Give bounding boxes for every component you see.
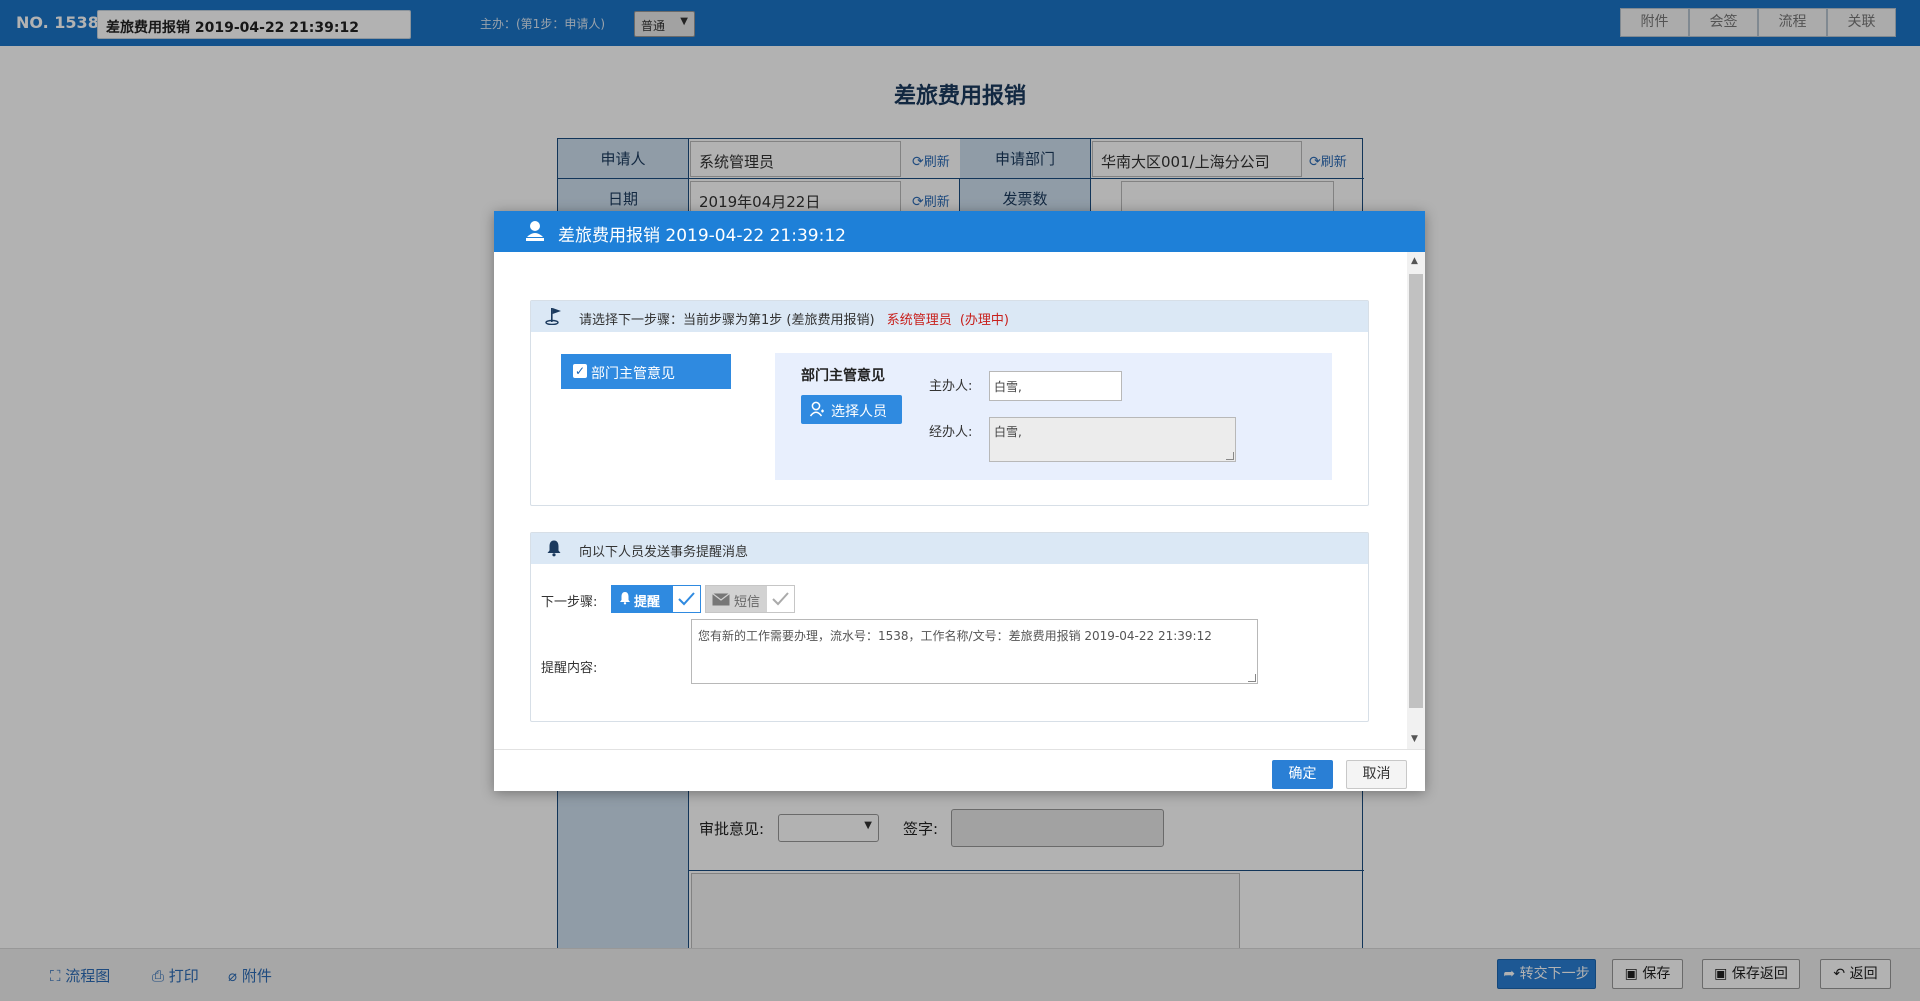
next-step-dialog: 差旅费用报销 2019-04-22 21:39:12 请选择下一步骤：当前步骤为… (494, 211, 1425, 791)
checkbox-checked-icon[interactable]: ✓ (573, 364, 587, 378)
user-stamp-icon (526, 221, 544, 241)
step-detail-title: 部门主管意见 (801, 368, 885, 384)
handler-label: 经办人: (929, 425, 973, 440)
remind-content-label: 提醒内容: (541, 661, 598, 676)
user-icon (809, 401, 824, 417)
step-select-panel: 请选择下一步骤：当前步骤为第1步 (差旅费用报销) 系统管理员 (办理中) ✓ … (530, 300, 1369, 506)
current-status: (办理中) (959, 313, 1010, 328)
step-detail-box: 部门主管意见 选择人员 主办人: 白雪, 经办人: 白雪, (775, 353, 1332, 480)
bell-icon (620, 592, 630, 605)
check-icon (772, 592, 789, 606)
host-input[interactable]: 白雪, (989, 371, 1122, 401)
handler-textarea[interactable]: 白雪, (989, 417, 1236, 462)
remind-toggle[interactable]: 提醒 (611, 585, 701, 613)
cancel-button[interactable]: 取消 (1346, 760, 1407, 789)
remind-panel-header: 向以下人员发送事务提醒消息 (531, 533, 1368, 564)
scroll-up-icon[interactable]: ▲ (1411, 256, 1418, 266)
remind-content-value: 您有新的工作需要办理，流水号：1538，工作名称/文号：差旅费用报销 2019-… (698, 629, 1212, 643)
resize-handle-icon[interactable] (1226, 452, 1234, 460)
select-person-button[interactable]: 选择人员 (801, 395, 902, 424)
confirm-button[interactable]: 确定 (1272, 760, 1333, 789)
step-item-label: 部门主管意见 (591, 366, 675, 382)
current-user: 系统管理员 (886, 313, 952, 328)
bell-icon (547, 540, 561, 557)
sms-label: 短信 (734, 595, 761, 610)
dialog-footer: 确定 取消 (494, 749, 1425, 791)
scroll-down-icon[interactable]: ▼ (1411, 734, 1418, 744)
step-panel-header-text: 请选择下一步骤：当前步骤为第1步 (差旅费用报销) (579, 313, 875, 328)
remind-panel: 向以下人员发送事务提醒消息 下一步骤: 提醒 短信 提醒内容: 您有新的工作需要… (530, 532, 1369, 722)
flag-icon (545, 308, 561, 325)
envelope-icon (712, 593, 730, 606)
host-label: 主办人: (929, 379, 973, 394)
handler-value: 白雪, (994, 425, 1022, 439)
resize-handle-icon[interactable] (1248, 674, 1256, 682)
remind-content-textarea[interactable]: 您有新的工作需要办理，流水号：1538，工作名称/文号：差旅费用报销 2019-… (691, 619, 1258, 684)
dialog-header: 差旅费用报销 2019-04-22 21:39:12 (494, 211, 1425, 252)
remind-panel-header-text: 向以下人员发送事务提醒消息 (579, 545, 749, 560)
dialog-title: 差旅费用报销 2019-04-22 21:39:12 (558, 226, 846, 246)
step-panel-header: 请选择下一步骤：当前步骤为第1步 (差旅费用报销) 系统管理员 (办理中) (531, 301, 1368, 332)
scrollbar-thumb[interactable] (1409, 274, 1423, 708)
check-icon (678, 592, 695, 606)
remind-label: 提醒 (634, 595, 661, 610)
step-item-dept-manager[interactable]: ✓ 部门主管意见 (561, 354, 731, 389)
next-step-label: 下一步骤: (541, 595, 598, 610)
dialog-body: 请选择下一步骤：当前步骤为第1步 (差旅费用报销) 系统管理员 (办理中) ✓ … (494, 252, 1425, 749)
dialog-scrollbar[interactable]: ▲ ▼ (1407, 252, 1425, 749)
sms-toggle[interactable]: 短信 (705, 585, 795, 613)
